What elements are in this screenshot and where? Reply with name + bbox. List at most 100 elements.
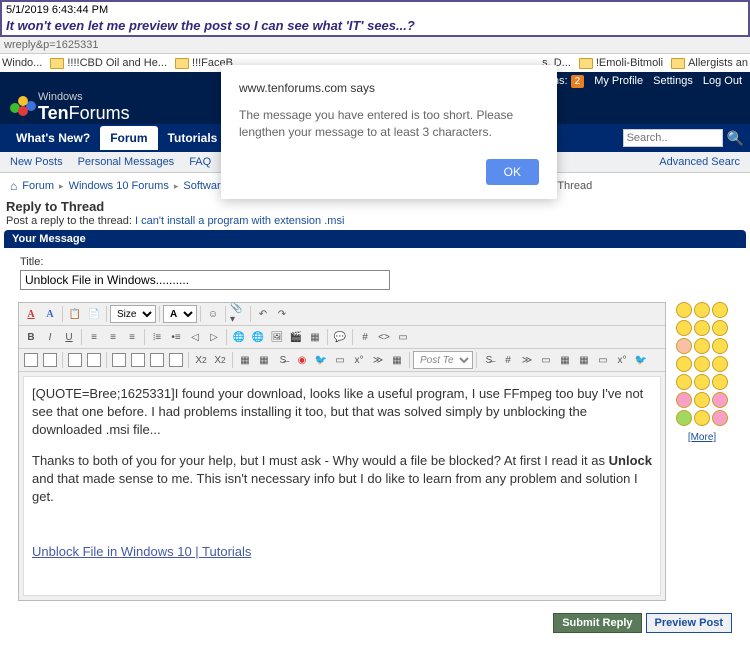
tab-whats-new[interactable]: What's New? <box>6 126 100 150</box>
emoji-devil-icon[interactable] <box>712 356 728 372</box>
tool-icon[interactable]: ▦ <box>236 351 254 369</box>
emoji-cool-icon[interactable] <box>694 338 710 354</box>
emoji-wink-icon[interactable] <box>694 356 710 372</box>
tab-tutorials[interactable]: Tutorials <box>158 126 228 150</box>
smilie-icon[interactable]: ☺ <box>204 305 222 323</box>
tool-icon[interactable]: ▭ <box>537 351 555 369</box>
editor-tutorial-link[interactable]: Unblock File in Windows 10 | Tutorials <box>32 544 251 559</box>
tool-icon[interactable]: x° <box>613 351 631 369</box>
emoji-sleep-icon[interactable] <box>694 410 710 426</box>
emoji-zipped-icon[interactable] <box>694 392 710 408</box>
redo-icon[interactable]: ↷ <box>273 305 291 323</box>
bookmark-item[interactable]: !!!!CBD Oil and He... <box>50 57 167 69</box>
php-icon[interactable]: ▭ <box>394 328 412 346</box>
ok-button[interactable]: OK <box>486 159 539 185</box>
emoji-confused-icon[interactable] <box>712 302 728 318</box>
indent-icon[interactable]: ▷ <box>205 328 223 346</box>
tool-icon[interactable]: ▦ <box>556 351 574 369</box>
undo-icon[interactable]: ↶ <box>254 305 272 323</box>
emoji-thumbs-up-icon[interactable] <box>676 338 692 354</box>
link-icon[interactable]: 🌐 <box>230 328 248 346</box>
hash-icon[interactable]: # <box>499 351 517 369</box>
tool-icon[interactable] <box>148 351 166 369</box>
link-new-posts[interactable]: New Posts <box>10 156 63 168</box>
strikethrough-icon[interactable]: S̶ <box>274 351 292 369</box>
emoji-smile-icon[interactable] <box>676 302 692 318</box>
emoji-shock-icon[interactable] <box>694 320 710 336</box>
settings-link[interactable]: Settings <box>653 75 693 87</box>
emoji-sick-icon[interactable] <box>676 392 692 408</box>
tab-forum[interactable]: Forum <box>100 126 157 150</box>
emoji-heart-icon[interactable] <box>712 392 728 408</box>
emoji-more-link[interactable]: [More] <box>672 432 732 443</box>
bookmark-item[interactable]: Windo... <box>2 57 42 69</box>
search-input[interactable] <box>623 129 723 147</box>
italic-icon[interactable]: I <box>41 328 59 346</box>
title-input[interactable] <box>20 270 390 290</box>
tool-icon[interactable]: ▦ <box>255 351 273 369</box>
emoji-happy-icon[interactable] <box>676 356 692 372</box>
font-select[interactable]: A <box>163 305 197 323</box>
crumb-forum[interactable]: Forum <box>22 180 54 192</box>
strikethrough-icon[interactable]: S̶ <box>480 351 498 369</box>
paste-icon[interactable]: 📋 <box>66 305 84 323</box>
tool-icon[interactable] <box>41 351 59 369</box>
tool-icon[interactable]: ≫ <box>518 351 536 369</box>
tool-icon[interactable] <box>66 351 84 369</box>
emoji-shades-icon[interactable] <box>676 374 692 390</box>
submit-reply-button[interactable]: Submit Reply <box>553 613 641 633</box>
emoji-grin-icon[interactable] <box>712 320 728 336</box>
emoji-sad-icon[interactable] <box>694 302 710 318</box>
outdent-icon[interactable]: ◁ <box>186 328 204 346</box>
tool-icon[interactable]: x° <box>350 351 368 369</box>
hash-icon[interactable]: # <box>356 328 374 346</box>
tool-icon[interactable] <box>22 351 40 369</box>
paste-word-icon[interactable]: 📄 <box>85 305 103 323</box>
attachment-icon[interactable]: 📎▾ <box>229 305 247 323</box>
my-profile-link[interactable]: My Profile <box>594 75 643 87</box>
tool-icon[interactable]: ▦ <box>388 351 406 369</box>
switch-editor-icon[interactable]: A <box>22 305 40 323</box>
link-personal-messages[interactable]: Personal Messages <box>78 156 175 168</box>
twitter-icon[interactable]: 🐦 <box>632 351 650 369</box>
preview-post-button[interactable]: Preview Post <box>646 613 732 633</box>
subscript-icon[interactable]: X2 <box>192 351 210 369</box>
twitter-icon[interactable]: 🐦 <box>312 351 330 369</box>
tool-icon[interactable]: ≫ <box>369 351 387 369</box>
quote-icon[interactable]: 💬 <box>331 328 349 346</box>
superscript-icon[interactable]: X2 <box>211 351 229 369</box>
underline-icon[interactable]: U <box>60 328 78 346</box>
bookmark-item[interactable]: !Emoli-Bitmoli <box>579 57 663 69</box>
video-icon[interactable]: 🎬 <box>287 328 305 346</box>
table-icon[interactable]: ▦ <box>306 328 324 346</box>
tool-icon[interactable]: ▭ <box>331 351 349 369</box>
image-icon[interactable]: 🖼 <box>268 328 286 346</box>
thread-link[interactable]: I can't install a program with extension… <box>135 215 344 227</box>
emoji-cry-icon[interactable] <box>712 338 728 354</box>
code-icon[interactable]: <> <box>375 328 393 346</box>
editor-textarea[interactable]: [QUOTE=Bree;1625331]I found your downloa… <box>23 376 661 596</box>
link-advanced-search[interactable]: Advanced Searc <box>659 156 740 168</box>
tool-icon[interactable]: ▦ <box>575 351 593 369</box>
bold-icon[interactable]: B <box>22 328 40 346</box>
align-center-icon[interactable]: ≡ <box>104 328 122 346</box>
emoji-tongue-icon[interactable] <box>712 374 728 390</box>
tool-icon[interactable]: ▭ <box>594 351 612 369</box>
post-template-select[interactable]: Post Te... <box>413 351 473 369</box>
unlink-icon[interactable]: 🌐 <box>249 328 267 346</box>
emoji-star-icon[interactable] <box>676 410 692 426</box>
tool-icon[interactable] <box>110 351 128 369</box>
emoji-laugh-icon[interactable] <box>694 374 710 390</box>
tool-icon[interactable]: ◉ <box>293 351 311 369</box>
logo-brand[interactable]: TenForums <box>38 103 130 124</box>
size-select[interactable]: Size <box>110 305 156 323</box>
tool-icon[interactable] <box>167 351 185 369</box>
remove-format-icon[interactable]: A <box>41 305 59 323</box>
emoji-pig-icon[interactable] <box>712 410 728 426</box>
logout-link[interactable]: Log Out <box>703 75 742 87</box>
ordered-list-icon[interactable]: ⦙≡ <box>148 328 166 346</box>
crumb-category[interactable]: Windows 10 Forums <box>69 180 169 192</box>
align-left-icon[interactable]: ≡ <box>85 328 103 346</box>
align-right-icon[interactable]: ≡ <box>123 328 141 346</box>
unordered-list-icon[interactable]: •≡ <box>167 328 185 346</box>
